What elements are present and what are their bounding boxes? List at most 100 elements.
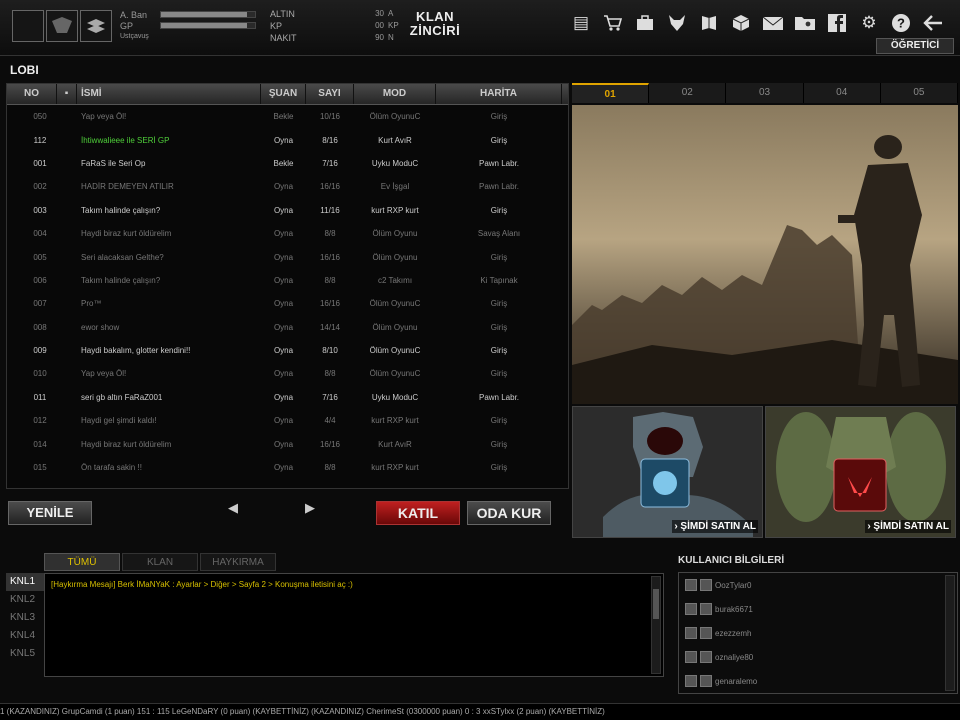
rank-insignia-icon xyxy=(80,10,112,42)
table-row[interactable]: 010 Yap veya Öl! Oyna 8/8 Ölüm OyunuC Giriş xyxy=(7,362,568,385)
folder-user-icon[interactable] xyxy=(792,10,818,36)
col-no[interactable]: NO xyxy=(7,84,57,104)
bag-icon[interactable] xyxy=(632,10,658,36)
col-count[interactable]: SAYI xyxy=(306,84,354,104)
room-name: Haydi bakalım, glotter kendini!! xyxy=(81,346,191,356)
status-icon xyxy=(700,675,712,687)
table-row[interactable]: 005 Seri alacaksan Gelthe? Oyna 16/16 Ölüm O… xyxy=(7,245,568,268)
chat-tab-shout[interactable]: HAYKIRMA xyxy=(200,553,276,571)
table-row[interactable]: 002 HADİR DEMEYEN ATILIR Oyna 16/16 Ev İşgal… xyxy=(7,175,568,198)
user-list-scrollbar[interactable] xyxy=(945,575,955,691)
channel-item[interactable]: KNL1 xyxy=(6,573,44,591)
kp-label: KP xyxy=(270,21,283,31)
table-row[interactable]: 001 FaRaS ile Seri Op Bekle 7/16 Uyku ModuC P… xyxy=(7,152,568,175)
user-name: ezezzemh xyxy=(715,628,752,638)
game-mode: Kurt AvıR xyxy=(378,439,412,449)
buy-now-label[interactable]: › ŞİMDİ SATIN AL xyxy=(672,520,758,533)
box-icon[interactable] xyxy=(728,10,754,36)
map-name: Giriş xyxy=(490,322,508,332)
rank-label: Ustçavuş xyxy=(120,33,149,40)
scroll-thumb[interactable] xyxy=(653,589,659,619)
status-ticker: 1 (KAZANDINIZ) GrupCamdi (1 puan) 151 : … xyxy=(0,703,960,720)
book-icon[interactable] xyxy=(696,10,722,36)
notebook-icon[interactable]: ▤ xyxy=(568,10,594,36)
game-mode: Ölüm Oyunu xyxy=(372,252,418,262)
cart-icon[interactable] xyxy=(600,10,626,36)
table-row[interactable]: 004 Haydi biraz kurt öldürelim Oyna 8/8 Ölüm… xyxy=(7,222,568,245)
col-map[interactable]: HARİTA xyxy=(436,84,562,104)
table-row[interactable]: 015 Ön tarafa sakin !! Oyna 8/8 kurt RXP kur… xyxy=(7,456,568,479)
room-state: Oyna xyxy=(273,392,294,402)
kp-unit: N xyxy=(388,33,394,42)
table-row[interactable]: 012 Haydi gel şimdi kaldı! Oyna 4/4 kurt RXP… xyxy=(7,409,568,432)
prev-page-icon[interactable]: ◀ xyxy=(228,500,238,516)
room-state: Oyna xyxy=(273,369,294,379)
promo-item-right[interactable]: › ŞİMDİ SATIN AL xyxy=(765,406,956,538)
user-item[interactable]: genaralemo xyxy=(679,669,957,693)
table-row[interactable]: 003 Takım halinde çalışın? Oyna 11/16 kurt R… xyxy=(7,199,568,222)
table-row[interactable]: 112 İhtiwwalieee ile SERİ GP Oyna 8/16 Kurt … xyxy=(7,128,568,151)
facebook-icon[interactable] xyxy=(824,10,850,36)
banner-tab[interactable]: 02 xyxy=(649,83,727,103)
col-name[interactable]: İSMİ xyxy=(77,84,261,104)
user-item[interactable]: ezezzemh xyxy=(679,621,957,645)
banner-tab[interactable]: 03 xyxy=(726,83,804,103)
channel-item[interactable]: KNL4 xyxy=(6,627,44,645)
user-name: oznaliye80 xyxy=(715,652,754,662)
join-button[interactable]: KATIL xyxy=(376,501,460,525)
map-name: Giriş xyxy=(490,463,508,473)
table-row[interactable]: 050 Yap veya Öl! Bekle 10/16 Ölüm OyunuC Giri… xyxy=(7,105,568,128)
gp-bar xyxy=(160,22,256,29)
refresh-button[interactable]: YENİLE xyxy=(8,501,92,525)
table-row[interactable]: 014 Haydi biraz kurt öldürelim Oyna 16/16 Ku… xyxy=(7,432,568,455)
game-mode: kurt RXP kurt xyxy=(371,416,419,426)
table-row[interactable]: 006 Takım halinde çalışın? Oyna 8/8 c2 Takım… xyxy=(7,269,568,292)
room-number: 014 xyxy=(33,439,47,449)
channel-item[interactable]: KNL5 xyxy=(6,645,44,663)
avatar[interactable] xyxy=(12,10,44,42)
room-number: 002 xyxy=(33,182,47,192)
room-state: Oyna xyxy=(273,205,294,215)
buy-now-label[interactable]: › ŞİMDİ SATIN AL xyxy=(865,520,951,533)
channel-item[interactable]: KNL3 xyxy=(6,609,44,627)
lobby-rows: 050 Yap veya Öl! Bekle 10/16 Ölüm OyunuC Giri… xyxy=(7,105,568,479)
channel-item[interactable]: KNL2 xyxy=(6,591,44,609)
banner-tab[interactable]: 01 xyxy=(572,83,650,103)
clan-chain-button[interactable]: KLAN ZİNCİRİ xyxy=(404,10,466,42)
chat-log[interactable]: [Haykırma Mesajı] Berk İMaNYaK : Ayarlar… xyxy=(44,573,664,677)
user-item[interactable]: OozTylar0 xyxy=(679,573,957,597)
table-row[interactable]: 011 seri gb altın FaRaZ001 Oyna 7/16 Uyku Mo… xyxy=(7,386,568,409)
table-row[interactable]: 007 Pro™ Oyna 16/16 Ölüm OyunuC Giriş xyxy=(7,292,568,315)
rank-badge-icon xyxy=(685,603,697,615)
gear-icon[interactable]: ⚙ xyxy=(856,10,882,36)
promo-item-left[interactable]: › ŞİMDİ SATIN AL xyxy=(572,406,763,538)
wolf-icon[interactable] xyxy=(664,10,690,36)
room-name: Yap veya Öl! xyxy=(81,369,127,379)
user-name: OozTylar0 xyxy=(715,580,752,590)
chat-scrollbar[interactable] xyxy=(651,576,661,674)
chat-tab-all[interactable]: TÜMÜ xyxy=(44,553,120,571)
room-name: Seri alacaksan Gelthe? xyxy=(81,252,164,262)
create-room-button[interactable]: ODA KUR xyxy=(467,501,551,525)
user-item[interactable]: oznaliye80 xyxy=(679,645,957,669)
mail-icon[interactable] xyxy=(760,10,786,36)
room-state: Oyna xyxy=(273,135,294,145)
back-arrow-icon[interactable] xyxy=(920,10,946,36)
banner-tab[interactable]: 04 xyxy=(804,83,881,103)
next-page-icon[interactable]: ▶ xyxy=(305,500,315,516)
table-row[interactable]: 009 Haydi bakalım, glotter kendini!! Oyna 8… xyxy=(7,339,568,362)
map-name: Giriş xyxy=(490,346,508,356)
banner-tab[interactable]: 05 xyxy=(881,83,959,103)
col-mode[interactable]: MOD xyxy=(354,84,436,104)
tutorial-button[interactable]: ÖĞRETİCİ xyxy=(876,38,954,54)
help-icon[interactable]: ? xyxy=(888,10,914,36)
col-state[interactable]: ŞUAN xyxy=(261,84,306,104)
hero-banner-image[interactable] xyxy=(572,105,958,404)
lobby-table-header: NO ▪ İSMİ ŞUAN SAYI MOD HARİTA xyxy=(7,84,568,105)
chat-tab-clan[interactable]: KLAN xyxy=(122,553,198,571)
table-row[interactable]: 008 ewor show Oyna 14/14 Ölüm Oyunu Giriş xyxy=(7,316,568,339)
room-name: İhtiwwalieee ile SERİ GP xyxy=(81,135,170,145)
user-item[interactable]: burak6671 xyxy=(679,597,957,621)
room-number: 009 xyxy=(33,346,47,356)
status-icon xyxy=(700,627,712,639)
